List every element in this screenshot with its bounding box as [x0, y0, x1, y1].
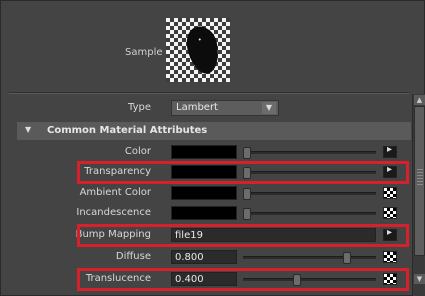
color-connection-icon[interactable] — [383, 144, 397, 158]
triangle-down-icon: ▼ — [25, 125, 32, 134]
incandescence-label: Incandescence — [76, 207, 151, 218]
diffuse-row: Diffuse 0.800 — [1, 249, 411, 266]
common-material-attributes-header[interactable]: ▼ Common Material Attributes — [17, 122, 411, 140]
transparency-slider[interactable] — [243, 167, 376, 179]
diffuse-map-button-icon[interactable] — [383, 251, 397, 263]
type-row: Type Lambert ▼ — [1, 100, 411, 117]
ambient-color-slider-thumb[interactable] — [243, 188, 251, 200]
type-dropdown[interactable]: Lambert ▼ — [171, 100, 279, 116]
translucence-slider[interactable] — [243, 274, 376, 286]
translucence-row: Translucence 0.400 — [1, 271, 411, 288]
diffuse-slider[interactable] — [243, 252, 376, 264]
translucence-label: Translucence — [85, 273, 151, 284]
incandescence-slider[interactable] — [243, 208, 376, 220]
color-label: Color — [124, 146, 151, 157]
scroll-up-icon[interactable]: ▲ — [414, 95, 425, 105]
scrollbar-handle[interactable] — [414, 106, 425, 256]
ambient-color-label: Ambient Color — [79, 187, 151, 198]
color-row: Color — [1, 144, 411, 161]
incandescence-row: Incandescence — [1, 205, 411, 222]
diffuse-slider-thumb[interactable] — [343, 252, 351, 264]
diffuse-value-field[interactable]: 0.800 — [171, 250, 237, 264]
incandescence-color-swatch[interactable] — [171, 206, 237, 220]
bump-mapping-label: Bump Mapping — [75, 229, 151, 240]
transparency-label: Transparency — [84, 166, 151, 177]
transparency-color-swatch[interactable] — [171, 165, 237, 179]
color-slider[interactable] — [243, 147, 376, 159]
ambient-color-slider[interactable] — [243, 188, 376, 200]
transparency-row: Transparency — [1, 164, 411, 181]
diffuse-label: Diffuse — [115, 251, 151, 262]
bump-mapping-connection-icon[interactable] — [383, 227, 397, 241]
type-label: Type — [128, 102, 151, 113]
ambient-color-row: Ambient Color — [1, 185, 411, 202]
sample-sphere — [183, 23, 223, 77]
incandescence-slider-thumb[interactable] — [243, 208, 251, 220]
bump-mapping-row: Bump Mapping file19 — [1, 227, 411, 244]
type-value: Lambert — [176, 102, 218, 113]
divider — [9, 92, 409, 94]
transparency-slider-thumb[interactable] — [243, 167, 251, 179]
translucence-slider-thumb[interactable] — [293, 274, 301, 286]
transparency-connection-icon[interactable] — [383, 164, 397, 178]
ambient-color-color-swatch[interactable] — [171, 186, 237, 200]
ambient-color-map-button-icon[interactable] — [383, 187, 397, 199]
chevron-down-icon: ▼ — [262, 102, 276, 114]
color-slider-thumb[interactable] — [243, 147, 251, 159]
translucence-map-button-icon[interactable] — [383, 273, 397, 285]
scroll-down-icon[interactable]: ▼ — [414, 274, 425, 284]
color-color-swatch[interactable] — [171, 145, 237, 159]
bump-mapping-file-field[interactable]: file19 — [171, 228, 376, 242]
section-title: Common Material Attributes — [47, 125, 208, 136]
vertical-scrollbar[interactable]: ▲ ▼ — [412, 94, 425, 296]
attribute-editor-panel: Sample Type Lambert ▼ ▼ Common Material … — [0, 0, 425, 296]
grip-icon — [417, 167, 423, 185]
incandescence-map-button-icon[interactable] — [383, 207, 397, 219]
material-sample-swatch — [166, 18, 230, 82]
translucence-value-field[interactable]: 0.400 — [171, 272, 237, 286]
sample-label: Sample — [125, 47, 163, 58]
